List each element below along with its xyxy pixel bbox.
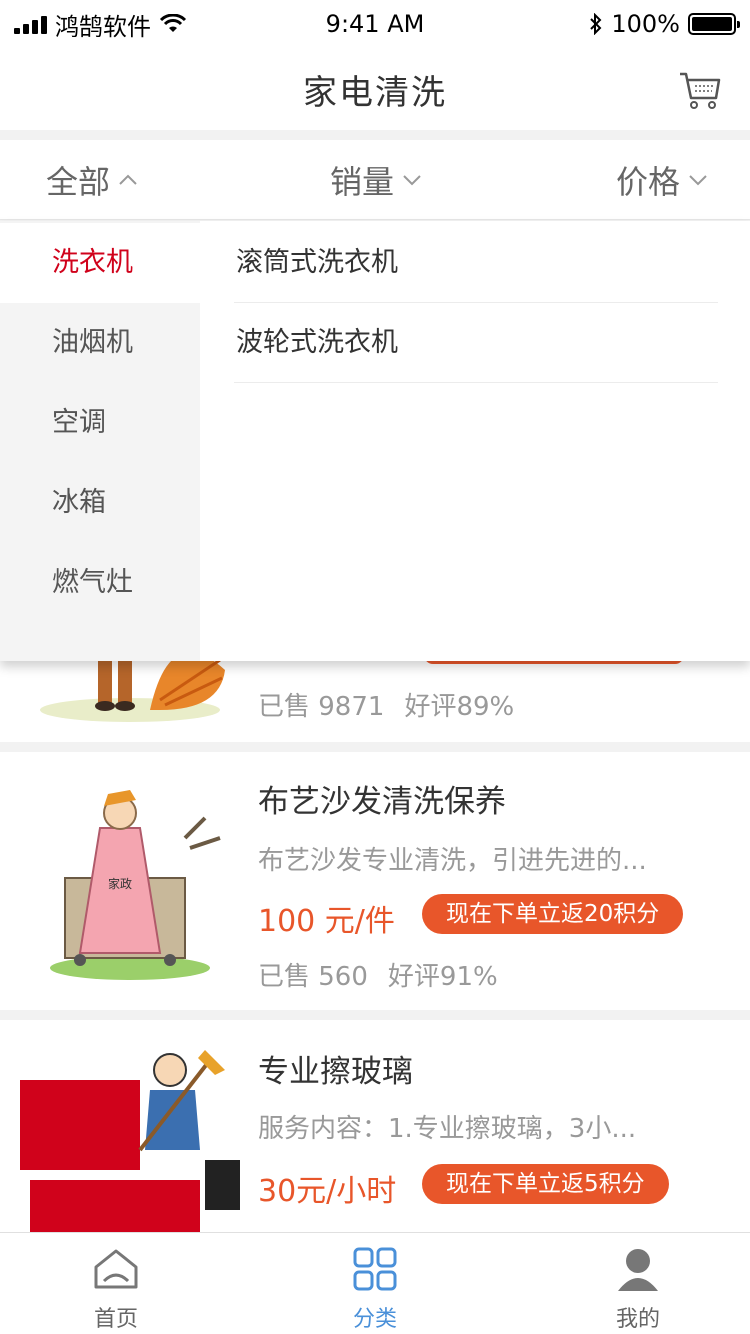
product-name: 专业擦玻璃: [258, 1054, 413, 1090]
signal-icon: [14, 14, 47, 34]
status-bar: 鸿鹄软件 9:41 AM 100%: [0, 0, 750, 48]
subcategory-item[interactable]: 波轮式洗衣机: [234, 303, 718, 383]
category-item-fridge[interactable]: 冰箱: [0, 463, 200, 543]
apron-logo: 家政: [108, 876, 132, 891]
nav-bar: 家电清洗: [0, 48, 750, 130]
product-name: 布艺沙发清洗保养: [258, 784, 506, 820]
promo-badge: 现在下单立返20积分: [422, 894, 684, 934]
tab-home[interactable]: 首页: [56, 1245, 176, 1333]
filter-price[interactable]: 价格: [616, 157, 708, 203]
product-price: 30元/小时: [258, 1174, 397, 1209]
category-item-range-hood[interactable]: 油烟机: [0, 303, 200, 383]
product-image: 家政: [20, 778, 240, 988]
category-list: 洗衣机 油烟机 空调 冰箱 燃气灶: [0, 221, 200, 661]
tab-bar: 首页 分类 我的: [0, 1232, 750, 1334]
product-price: 100 元/件: [258, 904, 395, 939]
product-meta: 已售 560 好评91%: [258, 956, 498, 993]
wifi-icon: [159, 14, 187, 32]
chevron-down-icon: [403, 174, 421, 185]
home-icon: [94, 1249, 138, 1289]
product-desc: 布艺沙发专业清洗，引进先进的...: [258, 846, 647, 876]
category-grid-icon: [353, 1247, 397, 1291]
chevron-down-icon: [689, 174, 707, 185]
status-left: 鸿鹄软件: [14, 7, 187, 42]
sold-count: 已售 9871: [258, 692, 385, 722]
filter-price-label: 价格: [616, 162, 681, 201]
tab-category[interactable]: 分类: [315, 1245, 435, 1333]
filter-bar: 全部 销量 价格: [0, 140, 750, 220]
filter-sales-label: 销量: [330, 162, 395, 201]
status-right: 100%: [589, 10, 740, 38]
product-card[interactable]: 家政 布艺沙发清洗保养 布艺沙发专业清洗，引进先进的... 100 元/件 现在…: [0, 752, 750, 1010]
category-item-gas-stove[interactable]: 燃气灶: [0, 543, 200, 623]
category-dropdown: 洗衣机 油烟机 空调 冰箱 燃气灶 滚筒式洗衣机 波轮式洗衣机: [0, 221, 750, 661]
bluetooth-icon: [590, 13, 602, 35]
cart-icon[interactable]: [678, 68, 722, 112]
tab-category-label: 分类: [352, 1307, 397, 1332]
category-item-air-conditioner[interactable]: 空调: [0, 383, 200, 463]
carrier-name: 鸿鹄软件: [55, 12, 151, 41]
rating: 好评91%: [387, 962, 498, 992]
filter-all[interactable]: 全部: [46, 157, 138, 203]
product-card[interactable]: 专业擦玻璃 服务内容：1.专业擦玻璃，3小... 30元/小时 现在下单立返5积…: [0, 1020, 750, 1232]
battery-percent: 100%: [611, 10, 680, 38]
tab-profile-label: 我的: [615, 1307, 660, 1332]
product-meta: 已售 9871 好评89%: [258, 686, 514, 723]
battery-icon: [688, 13, 740, 35]
sold-count: 已售 560: [258, 962, 368, 992]
tab-profile[interactable]: 我的: [578, 1245, 698, 1333]
category-item-washer[interactable]: 洗衣机: [0, 223, 200, 303]
user-icon: [618, 1249, 658, 1291]
product-desc: 服务内容：1.专业擦玻璃，3小...: [258, 1114, 637, 1144]
tab-home-label: 首页: [93, 1307, 138, 1332]
rating: 好评89%: [404, 692, 515, 722]
filter-all-label: 全部: [46, 162, 111, 201]
promo-badge: 现在下单立返5积分: [422, 1164, 669, 1204]
chevron-up-icon: [119, 174, 137, 185]
subcategory-item[interactable]: 滚筒式洗衣机: [234, 223, 718, 303]
page-title: 家电清洗: [303, 72, 447, 113]
product-image: [20, 1040, 240, 1232]
filter-sales[interactable]: 销量: [330, 157, 422, 203]
